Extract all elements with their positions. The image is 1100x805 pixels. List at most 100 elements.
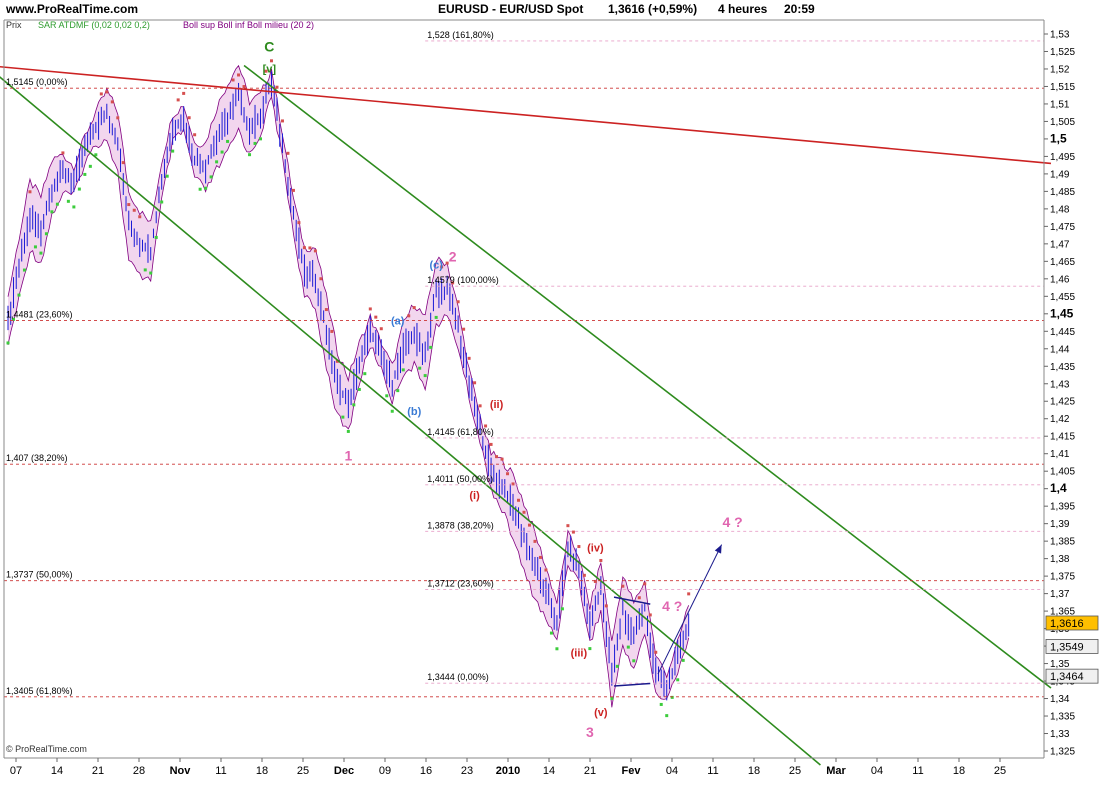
sar-dot: [77, 187, 81, 191]
y-tick-label: 1,405: [1050, 467, 1075, 478]
sar-dot: [341, 415, 345, 419]
sar-dot: [533, 539, 537, 543]
sar-dot: [313, 249, 317, 253]
sar-dot: [390, 409, 394, 413]
sar-dot: [61, 151, 65, 155]
y-tick-label: 1,375: [1050, 572, 1075, 583]
legend-sar: SAR ATDMF (0,02 0,02 0,2): [38, 20, 150, 30]
y-tick-label: 1,48: [1050, 204, 1070, 215]
sar-dot: [626, 645, 630, 649]
y-tick-label: 1,495: [1050, 152, 1075, 163]
sar-dot: [330, 329, 334, 333]
sar-dot: [670, 695, 674, 699]
sar-dot: [599, 558, 603, 562]
sar-dot: [687, 592, 691, 596]
sar-dot: [237, 73, 241, 77]
sar-dot: [478, 404, 482, 408]
sar-dot: [401, 368, 405, 372]
sar-dot: [138, 215, 142, 219]
sar-dot: [555, 647, 559, 651]
sar-dot: [308, 246, 312, 250]
instrument-label: EURUSD - EUR/USD Spot: [438, 2, 583, 16]
sar-dot: [610, 697, 614, 701]
y-tick-label: 1,485: [1050, 187, 1075, 198]
chart: 1,5145 (0,00%) 1,4481 (23,60%) 1,407 (38,2…: [0, 0, 1100, 800]
y-tick-label: 1,35: [1050, 659, 1070, 670]
sar-dot: [110, 100, 114, 104]
y-tick-label: 1,395: [1050, 502, 1075, 513]
y-tick-label: 1,51: [1050, 99, 1070, 110]
sar-dot: [297, 221, 301, 225]
sar-dot: [423, 374, 427, 378]
sar-dot: [160, 200, 164, 204]
y-tick-label: 1,38: [1050, 554, 1070, 565]
sar-dot: [286, 151, 290, 155]
sar-dot: [368, 307, 372, 311]
sar-dot: [248, 153, 252, 157]
sar-dot: [374, 315, 378, 319]
fib-label-right: 1,3878 (38,20%): [427, 520, 494, 530]
sar-dot: [637, 596, 641, 600]
sar-dot: [407, 314, 411, 318]
sar-dot: [50, 210, 54, 214]
x-tick-label: 09: [379, 765, 391, 777]
fib-label-right: 1,3712 (23,60%): [427, 578, 494, 588]
sar-dot: [22, 268, 26, 272]
sar-dot: [204, 186, 208, 190]
sar-dot: [33, 245, 37, 249]
sar-dot: [462, 327, 466, 331]
wave-label: (iv): [587, 543, 604, 555]
sar-dot: [55, 202, 59, 206]
y-tick-label: 1,4: [1050, 481, 1067, 495]
y-tick-label: 1,465: [1050, 257, 1075, 268]
sar-dot: [429, 345, 433, 349]
sar-dot: [105, 90, 109, 94]
x-tick-label: 2010: [496, 765, 520, 777]
last-values: 1,3616 1,3549 1,3464: [1045, 615, 1099, 684]
sar-dot: [143, 268, 147, 272]
price-chart: 1,5145 (0,00%) 1,4481 (23,60%) 1,407 (38,2…: [0, 0, 1100, 800]
sar-dot: [412, 306, 416, 310]
fib-label-left: 1,3737 (50,00%): [6, 570, 73, 580]
x-tick-label: 25: [789, 765, 801, 777]
y-tick-label: 1,44: [1050, 344, 1070, 355]
sar-dot: [149, 271, 153, 275]
wave-label: (ii): [490, 399, 504, 411]
y-tick-label: 1,385: [1050, 537, 1075, 548]
copyright-label: © ProRealTime.com: [6, 744, 87, 754]
y-tick-label: 1,455: [1050, 292, 1075, 303]
y-tick-label: 1,53: [1050, 29, 1070, 40]
last-value-label: 1,3464: [1050, 671, 1084, 683]
sar-dot: [17, 293, 21, 297]
sar-dot: [215, 160, 219, 164]
x-tick-label: 04: [871, 765, 883, 777]
sar-dot: [132, 208, 136, 212]
sar-dot: [302, 246, 306, 250]
sar-dot: [280, 119, 284, 123]
wave-label: 4 ?: [722, 514, 742, 530]
fib-label-left: 1,3405 (61,80%): [6, 686, 73, 696]
sar-dot: [566, 524, 570, 528]
wave-label: (i): [469, 490, 480, 502]
sar-dot: [676, 678, 680, 682]
fib-label-right: 1,528 (161,80%): [427, 30, 494, 40]
timeframe-label: 4 heures: [718, 2, 768, 16]
sar-dot: [588, 647, 592, 651]
y-tick-label: 1,46: [1050, 274, 1070, 285]
sar-dot: [220, 150, 224, 154]
y-tick-label: 1,475: [1050, 222, 1075, 233]
sar-dot: [242, 85, 246, 89]
x-tick-label: 25: [994, 765, 1006, 777]
sar-dot: [577, 545, 581, 549]
legend-boll: Boll sup Boll inf Boll milieu (20 2): [183, 20, 314, 30]
sar-dot: [527, 523, 531, 527]
x-tick-label: 11: [215, 765, 226, 777]
sar-dot: [517, 498, 521, 502]
wave-label: (iii): [571, 648, 588, 660]
fib-label-right: 1,4011 (50,00%): [427, 474, 493, 484]
sar-dot: [269, 59, 273, 63]
wave-label: 2: [449, 248, 457, 264]
sar-dot: [434, 315, 438, 319]
fib-label-right: 1,4579 (100,00%): [427, 275, 499, 285]
x-tick-label: 18: [256, 765, 268, 777]
